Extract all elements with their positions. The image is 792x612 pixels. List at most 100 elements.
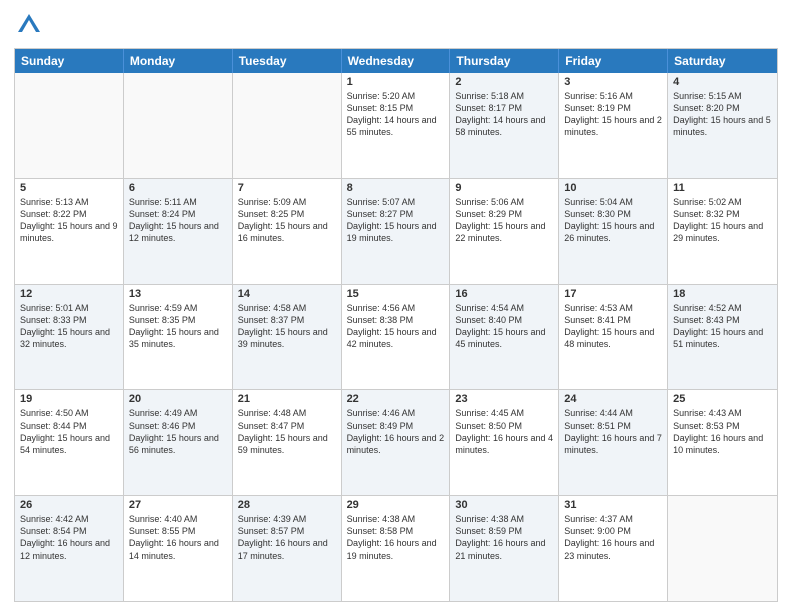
- calendar-cell-day-21: 21 Sunrise: 4:48 AM Sunset: 8:47 PM Dayli…: [233, 390, 342, 495]
- day-number: 4: [673, 76, 772, 88]
- calendar-body: 1 Sunrise: 5:20 AM Sunset: 8:15 PM Daylig…: [15, 73, 777, 601]
- calendar-cell-day-28: 28 Sunrise: 4:39 AM Sunset: 8:57 PM Dayli…: [233, 496, 342, 601]
- cell-info: Sunrise: 4:42 AM Sunset: 8:54 PM Dayligh…: [20, 513, 118, 562]
- day-number: 17: [564, 288, 662, 300]
- cell-info: Sunrise: 4:52 AM Sunset: 8:43 PM Dayligh…: [673, 302, 772, 351]
- cell-info: Sunrise: 4:39 AM Sunset: 8:57 PM Dayligh…: [238, 513, 336, 562]
- cell-info: Sunrise: 4:45 AM Sunset: 8:50 PM Dayligh…: [455, 407, 553, 456]
- cell-info: Sunrise: 4:38 AM Sunset: 8:58 PM Dayligh…: [347, 513, 445, 562]
- calendar-cell-day-8: 8 Sunrise: 5:07 AM Sunset: 8:27 PM Daylig…: [342, 179, 451, 284]
- cell-info: Sunrise: 5:01 AM Sunset: 8:33 PM Dayligh…: [20, 302, 118, 351]
- day-number: 3: [564, 76, 662, 88]
- cell-info: Sunrise: 4:59 AM Sunset: 8:35 PM Dayligh…: [129, 302, 227, 351]
- calendar-row-2: 12 Sunrise: 5:01 AM Sunset: 8:33 PM Dayli…: [15, 284, 777, 390]
- calendar-cell-day-18: 18 Sunrise: 4:52 AM Sunset: 8:43 PM Dayli…: [668, 285, 777, 390]
- calendar-cell-day-2: 2 Sunrise: 5:18 AM Sunset: 8:17 PM Daylig…: [450, 73, 559, 178]
- calendar-cell-day-5: 5 Sunrise: 5:13 AM Sunset: 8:22 PM Daylig…: [15, 179, 124, 284]
- day-number: 20: [129, 393, 227, 405]
- day-number: 13: [129, 288, 227, 300]
- calendar-cell-day-23: 23 Sunrise: 4:45 AM Sunset: 8:50 PM Dayli…: [450, 390, 559, 495]
- day-number: 24: [564, 393, 662, 405]
- header-day-sunday: Sunday: [15, 49, 124, 73]
- calendar-cell-day-4: 4 Sunrise: 5:15 AM Sunset: 8:20 PM Daylig…: [668, 73, 777, 178]
- cell-info: Sunrise: 5:09 AM Sunset: 8:25 PM Dayligh…: [238, 196, 336, 245]
- day-number: 23: [455, 393, 553, 405]
- cell-info: Sunrise: 5:15 AM Sunset: 8:20 PM Dayligh…: [673, 90, 772, 139]
- day-number: 29: [347, 499, 445, 511]
- cell-info: Sunrise: 4:48 AM Sunset: 8:47 PM Dayligh…: [238, 407, 336, 456]
- calendar-cell-day-7: 7 Sunrise: 5:09 AM Sunset: 8:25 PM Daylig…: [233, 179, 342, 284]
- header-day-friday: Friday: [559, 49, 668, 73]
- day-number: 15: [347, 288, 445, 300]
- day-number: 18: [673, 288, 772, 300]
- calendar-cell-day-24: 24 Sunrise: 4:44 AM Sunset: 8:51 PM Dayli…: [559, 390, 668, 495]
- day-number: 1: [347, 76, 445, 88]
- calendar-cell-day-15: 15 Sunrise: 4:56 AM Sunset: 8:38 PM Dayli…: [342, 285, 451, 390]
- calendar-row-4: 26Sunrise: 4:42 AM Sunset: 8:54 PM Dayli…: [15, 495, 777, 601]
- calendar-cell-day-1: 1 Sunrise: 5:20 AM Sunset: 8:15 PM Daylig…: [342, 73, 451, 178]
- cell-info: Sunrise: 4:58 AM Sunset: 8:37 PM Dayligh…: [238, 302, 336, 351]
- calendar-cell-empty-0-0: [15, 73, 124, 178]
- cell-info: Sunrise: 4:44 AM Sunset: 8:51 PM Dayligh…: [564, 407, 662, 456]
- cell-info: Sunrise: 4:50 AM Sunset: 8:44 PM Dayligh…: [20, 407, 118, 456]
- day-number: 28: [238, 499, 336, 511]
- calendar-row-1: 5 Sunrise: 5:13 AM Sunset: 8:22 PM Daylig…: [15, 178, 777, 284]
- day-number: 30: [455, 499, 553, 511]
- calendar-cell-day-9: 9 Sunrise: 5:06 AM Sunset: 8:29 PM Daylig…: [450, 179, 559, 284]
- header-day-saturday: Saturday: [668, 49, 777, 73]
- calendar-cell-day-6: 6Sunrise: 5:11 AM Sunset: 8:24 PM Daylig…: [124, 179, 233, 284]
- cell-info: Sunrise: 4:49 AM Sunset: 8:46 PM Dayligh…: [129, 407, 227, 456]
- cell-info: Sunrise: 5:02 AM Sunset: 8:32 PM Dayligh…: [673, 196, 772, 245]
- calendar-cell-day-11: 11 Sunrise: 5:02 AM Sunset: 8:32 PM Dayli…: [668, 179, 777, 284]
- cell-info: Sunrise: 5:06 AM Sunset: 8:29 PM Dayligh…: [455, 196, 553, 245]
- cell-info: Sunrise: 5:18 AM Sunset: 8:17 PM Dayligh…: [455, 90, 553, 139]
- day-number: 16: [455, 288, 553, 300]
- day-number: 19: [20, 393, 118, 405]
- page: SundayMondayTuesdayWednesdayThursdayFrid…: [0, 0, 792, 612]
- calendar-cell-day-14: 14Sunrise: 4:58 AM Sunset: 8:37 PM Dayli…: [233, 285, 342, 390]
- day-number: 6: [129, 182, 227, 194]
- calendar-cell-day-22: 22 Sunrise: 4:46 AM Sunset: 8:49 PM Dayli…: [342, 390, 451, 495]
- day-number: 31: [564, 499, 662, 511]
- calendar-cell-day-3: 3 Sunrise: 5:16 AM Sunset: 8:19 PM Daylig…: [559, 73, 668, 178]
- day-number: 9: [455, 182, 553, 194]
- day-number: 5: [20, 182, 118, 194]
- cell-info: Sunrise: 4:40 AM Sunset: 8:55 PM Dayligh…: [129, 513, 227, 562]
- calendar-cell-day-27: 27 Sunrise: 4:40 AM Sunset: 8:55 PM Dayli…: [124, 496, 233, 601]
- day-number: 12: [20, 288, 118, 300]
- cell-info: Sunrise: 4:43 AM Sunset: 8:53 PM Dayligh…: [673, 407, 772, 456]
- header-day-wednesday: Wednesday: [342, 49, 451, 73]
- header: [14, 10, 778, 40]
- cell-info: Sunrise: 5:07 AM Sunset: 8:27 PM Dayligh…: [347, 196, 445, 245]
- cell-info: Sunrise: 4:37 AM Sunset: 9:00 PM Dayligh…: [564, 513, 662, 562]
- cell-info: Sunrise: 4:46 AM Sunset: 8:49 PM Dayligh…: [347, 407, 445, 456]
- cell-info: Sunrise: 5:04 AM Sunset: 8:30 PM Dayligh…: [564, 196, 662, 245]
- calendar-cell-day-10: 10 Sunrise: 5:04 AM Sunset: 8:30 PM Dayli…: [559, 179, 668, 284]
- calendar-row-0: 1 Sunrise: 5:20 AM Sunset: 8:15 PM Daylig…: [15, 73, 777, 178]
- logo: [14, 10, 48, 40]
- cell-info: Sunrise: 4:38 AM Sunset: 8:59 PM Dayligh…: [455, 513, 553, 562]
- calendar-cell-empty-4-6: [668, 496, 777, 601]
- day-number: 2: [455, 76, 553, 88]
- cell-info: Sunrise: 4:56 AM Sunset: 8:38 PM Dayligh…: [347, 302, 445, 351]
- day-number: 7: [238, 182, 336, 194]
- day-number: 22: [347, 393, 445, 405]
- day-number: 8: [347, 182, 445, 194]
- cell-info: Sunrise: 4:53 AM Sunset: 8:41 PM Dayligh…: [564, 302, 662, 351]
- day-number: 21: [238, 393, 336, 405]
- calendar-cell-day-13: 13 Sunrise: 4:59 AM Sunset: 8:35 PM Dayli…: [124, 285, 233, 390]
- day-number: 10: [564, 182, 662, 194]
- cell-info: Sunrise: 5:16 AM Sunset: 8:19 PM Dayligh…: [564, 90, 662, 139]
- cell-info: Sunrise: 5:13 AM Sunset: 8:22 PM Dayligh…: [20, 196, 118, 245]
- header-day-thursday: Thursday: [450, 49, 559, 73]
- day-number: 11: [673, 182, 772, 194]
- calendar-cell-empty-0-1: [124, 73, 233, 178]
- calendar-cell-day-12: 12 Sunrise: 5:01 AM Sunset: 8:33 PM Dayli…: [15, 285, 124, 390]
- calendar-cell-day-29: 29 Sunrise: 4:38 AM Sunset: 8:58 PM Dayli…: [342, 496, 451, 601]
- cell-info: Sunrise: 5:20 AM Sunset: 8:15 PM Dayligh…: [347, 90, 445, 139]
- calendar-cell-day-20: 20 Sunrise: 4:49 AM Sunset: 8:46 PM Dayli…: [124, 390, 233, 495]
- day-number: 25: [673, 393, 772, 405]
- calendar-row-3: 19 Sunrise: 4:50 AM Sunset: 8:44 PM Dayli…: [15, 389, 777, 495]
- day-number: 27: [129, 499, 227, 511]
- calendar-cell-day-19: 19 Sunrise: 4:50 AM Sunset: 8:44 PM Dayli…: [15, 390, 124, 495]
